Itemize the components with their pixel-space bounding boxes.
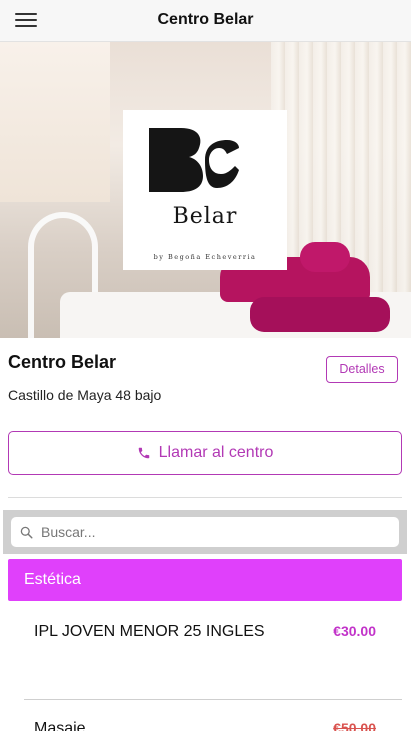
center-name: Centro Belar [8, 352, 117, 372]
details-button[interactable]: Detalles [326, 356, 398, 383]
service-price: €30.00 [333, 623, 376, 639]
category-label: Estética [24, 571, 81, 588]
call-center-label: Llamar al centro [158, 444, 274, 461]
search-box [11, 517, 399, 547]
hero-image: Belar by Begoña Echeverria [0, 42, 411, 338]
top-bar: Centro Belar [0, 0, 411, 42]
search-input[interactable] [41, 521, 391, 543]
center-address: Castillo de Maya 48 bajo [8, 387, 162, 403]
logo-subtitle: by Begoña Echeverria [153, 253, 257, 261]
page-title: Centro Belar [157, 11, 254, 28]
service-name: Masaje [34, 720, 86, 731]
call-center-button[interactable]: Llamar al centro [8, 431, 402, 475]
section-divider [8, 497, 402, 498]
service-price: €50.00 [333, 720, 376, 731]
search-bar [3, 510, 407, 554]
service-divider [24, 699, 402, 700]
category-header[interactable]: Estética [8, 559, 402, 601]
phone-icon [138, 447, 149, 459]
search-icon [20, 526, 33, 539]
logo-mark-icon [149, 128, 239, 192]
logo-name: Belar [172, 204, 238, 229]
service-name: IPL JOVEN MENOR 25 INGLES [34, 623, 265, 640]
service-item[interactable]: Masaje €50.00 [24, 720, 402, 731]
brand-logo: Belar by Begoña Echeverria [123, 110, 287, 270]
service-item[interactable]: IPL JOVEN MENOR 25 INGLES €30.00 [24, 620, 402, 680]
